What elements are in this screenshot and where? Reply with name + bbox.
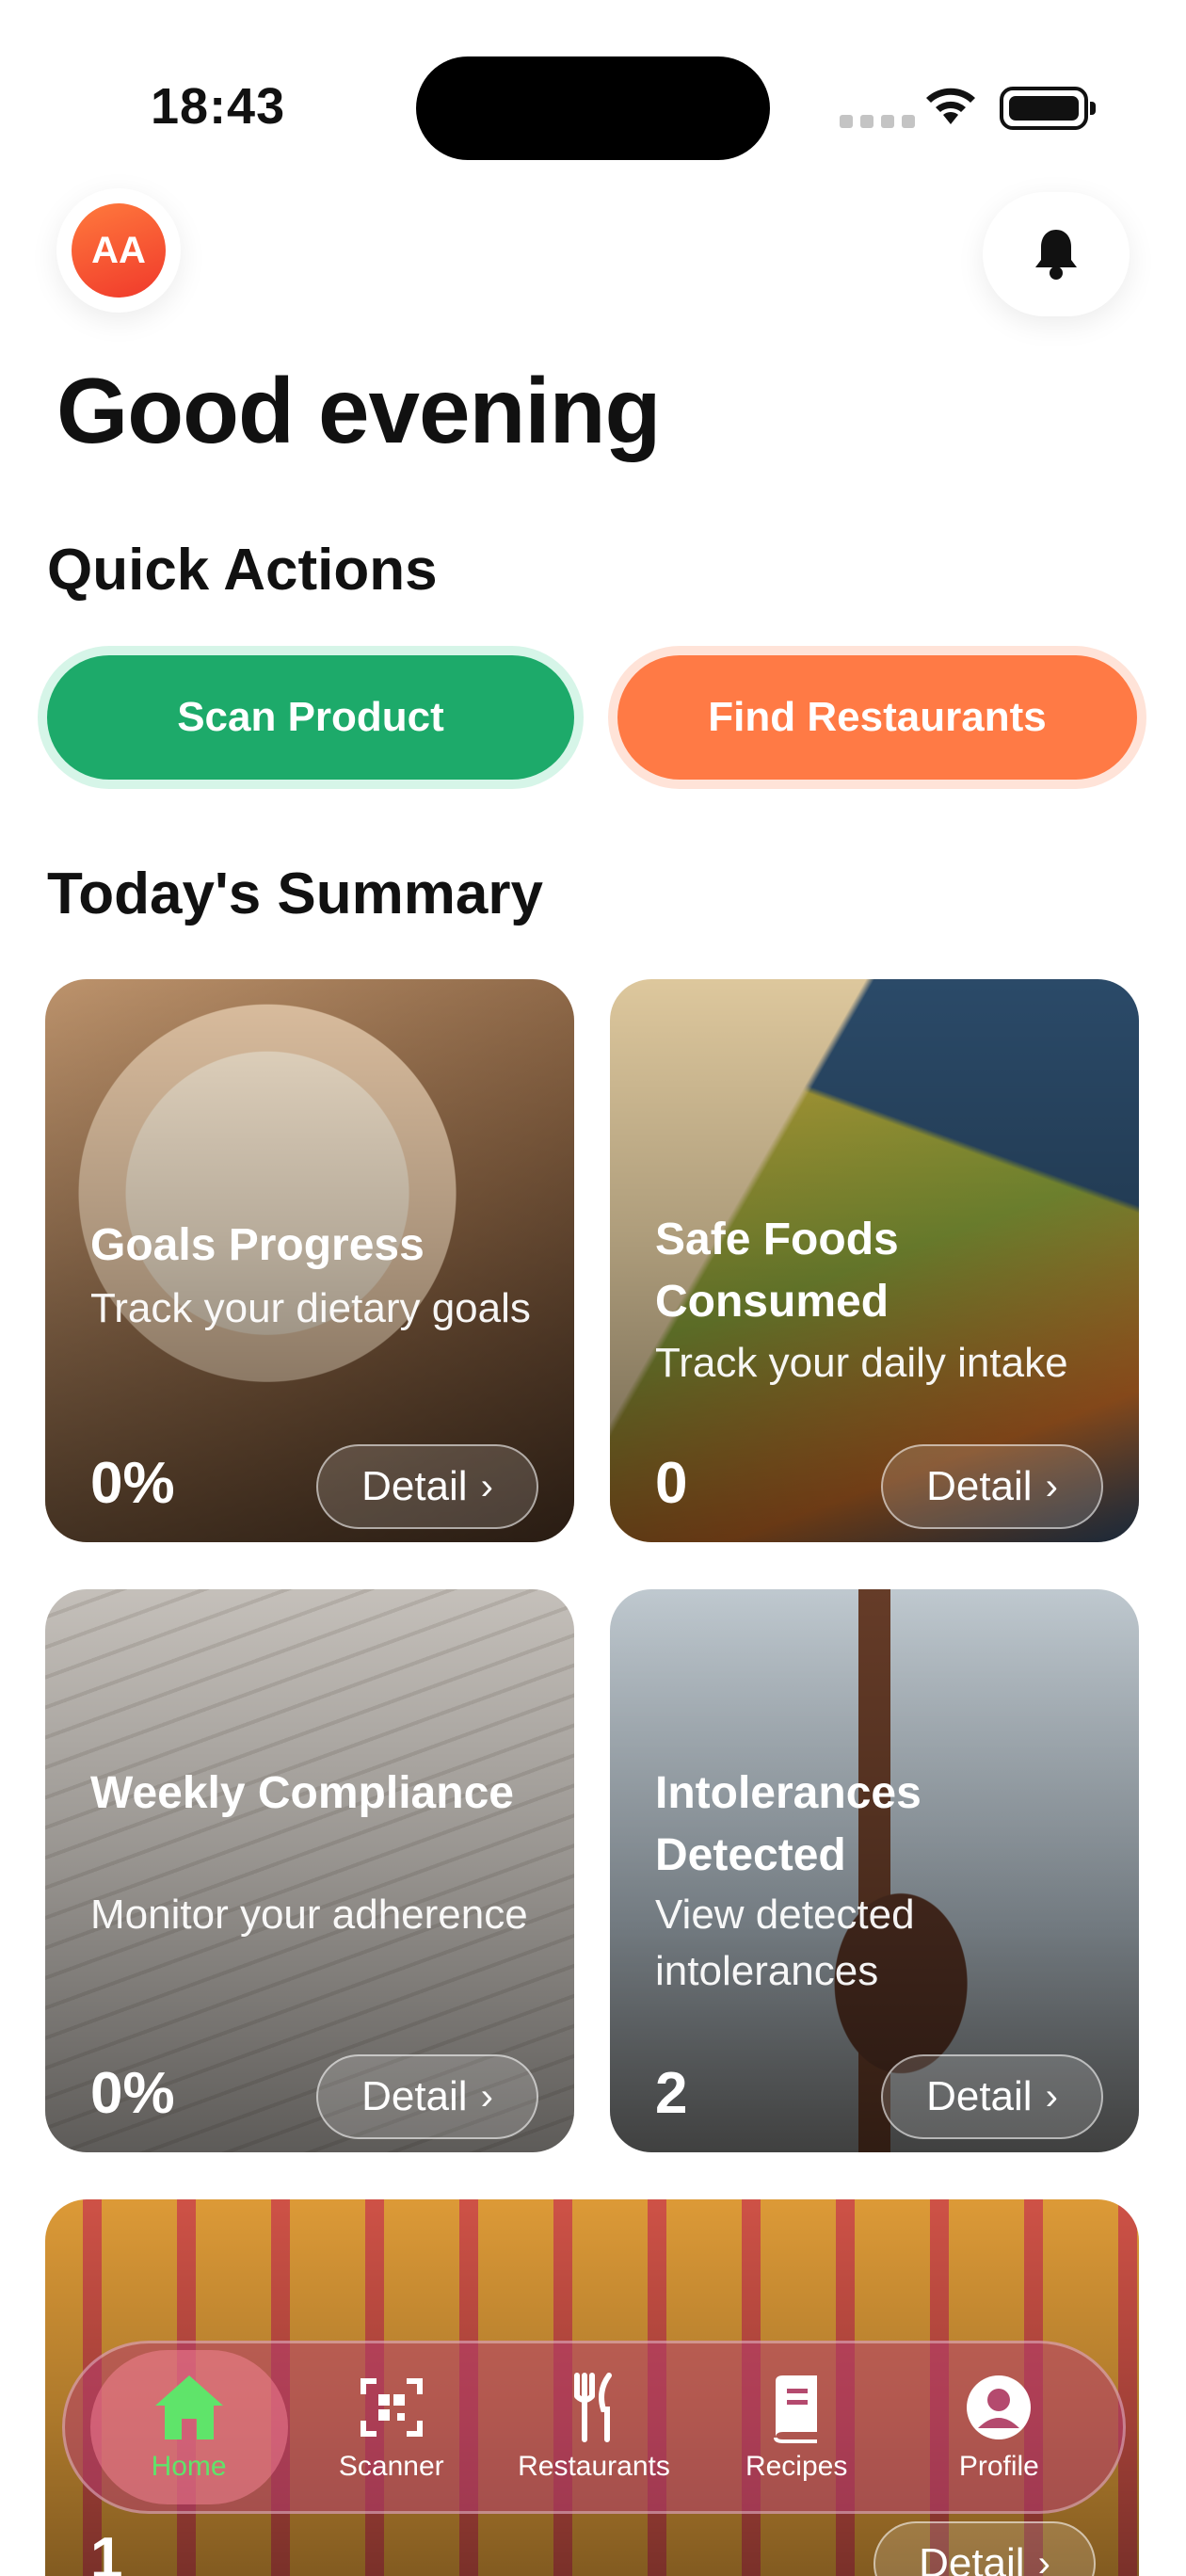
card-subtitle: Track your daily intake <box>655 1340 1068 1386</box>
intolerances-card[interactable]: Intolerances Detected View detected into… <box>610 1589 1139 2152</box>
safe-foods-card[interactable]: Safe Foods Consumed Track your daily int… <box>610 979 1139 1542</box>
notifications-button[interactable] <box>983 192 1130 316</box>
detail-button[interactable]: Detail › <box>316 1444 538 1529</box>
battery-icon <box>1000 87 1096 130</box>
status-bar: 18:43 <box>0 0 1186 188</box>
dynamic-island <box>416 56 770 160</box>
nav-restaurants[interactable]: Restaurants <box>495 2350 693 2504</box>
scan-product-button[interactable]: Scan Product <box>47 655 574 780</box>
page-title: Good evening <box>56 359 661 462</box>
wifi-icon <box>926 88 975 124</box>
card-title: Safe Foods Consumed <box>655 1215 899 1327</box>
bottom-nav: Home Scanner Restaurants Recipes Profile <box>62 2341 1126 2514</box>
card-subtitle: View detected intolerances <box>655 1892 915 1994</box>
nav-recipes[interactable]: Recipes <box>697 2350 895 2504</box>
detail-button[interactable]: Detail › <box>316 2054 538 2139</box>
card-subtitle: Track your dietary goals <box>90 1285 531 1331</box>
card-title: Weekly Compliance <box>90 1768 514 1818</box>
card-subtitle: Monitor your adherence <box>90 1892 528 1938</box>
weekly-compliance-card[interactable]: Weekly Compliance Monitor your adherence… <box>45 1589 574 2152</box>
avatar: AA <box>72 203 166 298</box>
home-icon <box>154 2375 223 2439</box>
find-restaurants-button[interactable]: Find Restaurants <box>617 655 1137 780</box>
fork-knife-icon <box>573 2373 612 2442</box>
chevron-right-icon: › <box>1045 2075 1058 2117</box>
book-icon <box>774 2375 818 2443</box>
chevron-right-icon: › <box>480 2075 493 2117</box>
status-time: 18:43 <box>151 78 286 135</box>
chevron-right-icon: › <box>1037 2542 1050 2576</box>
detail-button[interactable]: Detail › <box>881 2054 1103 2139</box>
summary-title: Today's Summary <box>47 861 543 926</box>
signal-icon <box>840 115 915 128</box>
card-value: 0 <box>655 1451 688 1516</box>
user-circle-icon <box>967 2375 1032 2439</box>
chevron-right-icon: › <box>1045 1465 1058 1507</box>
nav-profile[interactable]: Profile <box>900 2350 1098 2504</box>
qr-scan-icon <box>360 2378 423 2437</box>
nav-scanner[interactable]: Scanner <box>293 2350 490 2504</box>
detail-button[interactable]: Detail › <box>881 1444 1103 1529</box>
quick-actions-title: Quick Actions <box>47 538 438 603</box>
goals-progress-card[interactable]: Goals Progress Track your dietary goals … <box>45 979 574 1542</box>
card-value: 0% <box>90 2061 175 2126</box>
card-value: 2 <box>655 2061 688 2126</box>
nav-home[interactable]: Home <box>89 2350 288 2504</box>
card-title: Goals Progress <box>90 1220 425 1270</box>
detail-button[interactable]: Detail › <box>873 2521 1096 2576</box>
bell-icon <box>1035 230 1077 280</box>
avatar-button[interactable]: AA <box>56 188 181 313</box>
card-value: 1 <box>90 2526 123 2576</box>
chevron-right-icon: › <box>480 1465 493 1507</box>
card-title: Intolerances Detected <box>655 1768 922 1880</box>
card-value: 0% <box>90 1451 175 1516</box>
